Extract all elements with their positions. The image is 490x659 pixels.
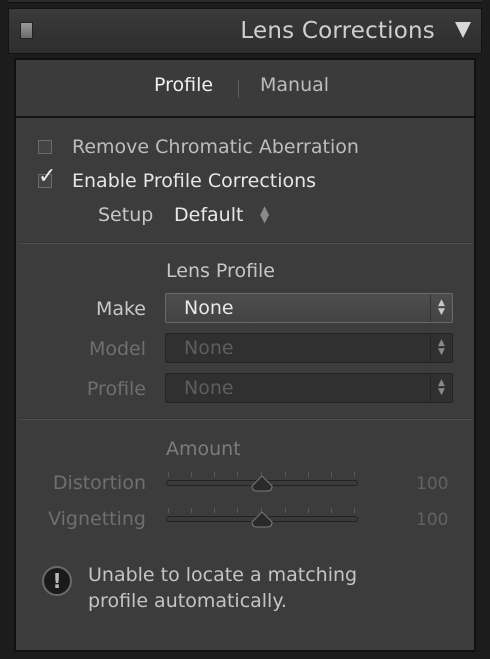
tab-bar: Profile Manual <box>16 60 474 118</box>
vignetting-label: Vignetting <box>48 508 146 530</box>
checkmark-icon: ✓ <box>38 164 57 189</box>
model-value: None <box>184 337 234 359</box>
warning-text-line1: Unable to locate a matching <box>88 564 358 586</box>
vignetting-slider-thumb[interactable] <box>251 512 273 528</box>
setup-label: Setup <box>98 204 154 226</box>
section-divider <box>18 418 472 420</box>
section-divider <box>18 242 472 244</box>
setup-stepper-icon[interactable]: ▲ ▼ <box>260 204 269 224</box>
remove-chromatic-aberration-option[interactable]: Remove Chromatic Aberration <box>38 136 398 162</box>
model-select[interactable]: None ▲ ▼ <box>165 333 453 363</box>
collapse-triangle-icon[interactable] <box>455 22 471 38</box>
panel-top-edge <box>8 0 482 3</box>
enable-profile-corrections-option[interactable]: ✓ Enable Profile Corrections <box>38 164 368 196</box>
warning-icon: ! <box>42 566 72 596</box>
remove-chromatic-aberration-checkbox[interactable] <box>38 140 52 154</box>
lens-corrections-header[interactable]: Lens Corrections <box>8 8 482 54</box>
select-arrows-icon: ▲ ▼ <box>430 334 452 362</box>
warning-text-line2: profile automatically. <box>88 590 287 612</box>
panel-switch-toggle[interactable] <box>20 22 33 39</box>
enable-profile-corrections-label: Enable Profile Corrections <box>72 170 317 192</box>
make-value: None <box>184 297 234 319</box>
remove-chromatic-aberration-label: Remove Chromatic Aberration <box>72 136 359 158</box>
distortion-slider-thumb[interactable] <box>251 476 273 492</box>
make-select[interactable]: None ▲ ▼ <box>165 293 453 323</box>
distortion-label: Distortion <box>52 472 146 494</box>
model-label: Model <box>88 338 146 360</box>
distortion-value: 100 <box>416 474 449 494</box>
vignetting-value: 100 <box>416 510 449 530</box>
lens-profile-heading: Lens Profile <box>166 260 275 282</box>
tab-separator <box>238 80 239 98</box>
make-label: Make <box>95 298 146 320</box>
tab-manual[interactable]: Manual <box>260 74 329 96</box>
amount-heading: Amount <box>166 438 241 460</box>
select-arrows-icon: ▲ ▼ <box>430 374 452 402</box>
select-arrows-icon: ▲ ▼ <box>430 294 452 322</box>
tab-profile[interactable]: Profile <box>154 74 213 96</box>
setup-dropdown[interactable]: Default <box>174 204 243 226</box>
panel-title: Lens Corrections <box>240 18 435 44</box>
lens-corrections-panel: Profile Manual Remove Chromatic Aberrati… <box>14 58 476 652</box>
profile-label: Profile <box>86 378 146 400</box>
profile-select[interactable]: None ▲ ▼ <box>165 373 453 403</box>
profile-value: None <box>184 377 234 399</box>
